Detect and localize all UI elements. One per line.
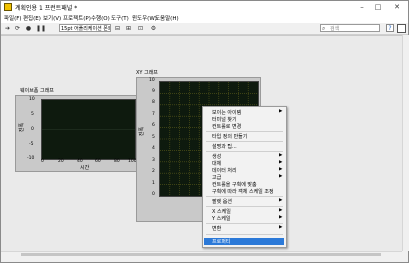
y-tick: 1 <box>152 181 155 186</box>
submenu-arrow-icon: ▶ <box>279 215 283 220</box>
submenu-arrow-icon: ▶ <box>279 225 283 230</box>
minimize-button[interactable]: – <box>354 1 370 13</box>
menu-project[interactable]: 프로젝트(P) <box>63 14 91 22</box>
labview-window: 계획인용 1 프런트패널 * – □ ✕ 파일(F) 편집(E) 보기(V) 프… <box>0 0 409 263</box>
menu-item-convert[interactable]: 변환 <box>212 225 221 232</box>
run-continuously-icon[interactable]: ⟳ <box>14 25 21 32</box>
menu-separator <box>206 234 283 235</box>
y-tick: 8 <box>152 100 155 105</box>
menu-item-palette-options[interactable]: 팔렛 옵션 <box>212 198 232 205</box>
y-tick: 5 <box>31 112 34 117</box>
menu-item-create[interactable]: 생성 <box>212 153 221 160</box>
y-tick: 10 <box>29 97 35 102</box>
title-bar: 계획인용 1 프런트패널 * – □ ✕ <box>1 1 408 13</box>
y-tick: 0 <box>31 127 34 132</box>
menu-operate[interactable]: 수행(O) <box>91 14 110 22</box>
waveform-grid <box>42 129 135 130</box>
front-panel-canvas[interactable]: 웨이브폼 그래프 10 5 0 -5 -10 진폭 0 20 40 60 80 … <box>1 35 402 252</box>
align-objects-icon[interactable]: ⊟ <box>114 25 121 32</box>
menu-item-data-operations[interactable]: 데이터 처리 <box>212 167 237 174</box>
pause-icon[interactable]: ❚❚ <box>36 25 46 32</box>
menu-tools[interactable]: 도구(T) <box>111 14 129 22</box>
submenu-arrow-icon: ▶ <box>279 167 283 172</box>
menu-item-properties[interactable]: 프로퍼티 <box>212 238 230 245</box>
menu-separator <box>206 196 283 197</box>
submenu-arrow-icon: ▶ <box>279 198 283 203</box>
status-bar <box>1 257 408 262</box>
y-tick: 6 <box>152 123 155 128</box>
waveform-graph[interactable]: 10 5 0 -5 -10 진폭 0 20 40 60 80 100 시간 <box>15 95 139 172</box>
menu-file[interactable]: 파일(F) <box>4 14 22 22</box>
y-axis-label: 진폭 <box>139 126 146 137</box>
xy-graph-label: XY 그래프 <box>136 70 158 76</box>
submenu-arrow-icon: ▶ <box>279 208 283 213</box>
y-tick: 9 <box>152 89 155 94</box>
y-tick: 2 <box>152 169 155 174</box>
menu-item-advanced[interactable]: 고급 <box>212 174 221 181</box>
search-placeholder: 검색 <box>330 26 340 32</box>
y-tick: 4 <box>152 146 155 151</box>
y-tick: -10 <box>27 156 35 161</box>
menu-separator <box>206 223 283 224</box>
y-tick: -5 <box>29 142 34 147</box>
font-select[interactable]: 15pt 어플리케이션 폰트 <box>59 24 111 32</box>
menu-item-scale-with-pane[interactable]: 구획에 따라 객체 스케일 조정 <box>212 188 274 195</box>
distribute-objects-icon[interactable]: ⊞ <box>125 25 132 32</box>
menu-view[interactable]: 보기(V) <box>43 14 61 22</box>
abort-icon[interactable]: ● <box>25 25 32 32</box>
search-input[interactable]: ⌕ 검색 <box>320 24 380 32</box>
search-icon: ⌕ <box>322 25 326 32</box>
y-tick: 5 <box>152 135 155 140</box>
menu-item-description-tip[interactable]: 설명과 팁... <box>212 143 237 150</box>
menu-item-make-typedef[interactable]: 타입 정의 만들기 <box>212 133 247 140</box>
menu-item-replace[interactable]: 대체 <box>212 160 221 167</box>
menu-separator <box>206 141 283 142</box>
x-tick: 0 <box>41 159 44 164</box>
menu-window[interactable]: 윈도우(W) <box>132 14 157 22</box>
menu-item-change-to-control[interactable]: 컨트롤로 변경 <box>212 123 241 130</box>
vi-icon[interactable] <box>397 24 406 33</box>
menu-separator <box>206 206 283 207</box>
y-tick: 7 <box>152 112 155 117</box>
submenu-arrow-icon: ▶ <box>279 160 283 165</box>
waveform-graph-label: 웨이브폼 그래프 <box>20 88 54 94</box>
y-tick: 0 <box>152 192 155 197</box>
menu-item-x-scale[interactable]: X 스케일 <box>212 208 231 215</box>
window-title: 계획인용 1 프런트패널 * <box>15 5 78 12</box>
menu-bar: 파일(F) 편집(E) 보기(V) 프로젝트(P) 수행(O) 도구(T) 윈도… <box>1 13 408 23</box>
toolbar: ➔ ⟳ ● ❚❚ 15pt 어플리케이션 폰트 ⊟ ⊞ ⊡ ⚙ ⌕ 검색 ? <box>1 23 408 35</box>
reorder-icon[interactable]: ⚙ <box>150 25 157 32</box>
menu-item-find-terminal[interactable]: 터미널 찾기 <box>212 116 237 123</box>
horizontal-scroll-thumb[interactable] <box>21 253 381 256</box>
help-icon[interactable]: ? <box>386 24 394 32</box>
context-menu: 보이는 아이템 ▶ 터미널 찾기 컨트롤로 변경 타입 정의 만들기 설명과 팁… <box>202 106 287 248</box>
resize-objects-icon[interactable]: ⊡ <box>137 25 144 32</box>
vertical-scrollbar[interactable] <box>402 35 409 251</box>
x-tick: 20 <box>58 159 64 164</box>
x-tick: 80 <box>114 159 120 164</box>
x-tick: 60 <box>95 159 101 164</box>
y-tick: 3 <box>152 158 155 163</box>
menu-item-visible-items[interactable]: 보이는 아이템 <box>212 109 241 116</box>
y-tick: 10 <box>149 78 155 83</box>
submenu-arrow-icon: ▶ <box>279 109 283 114</box>
close-button[interactable]: ✕ <box>389 1 405 13</box>
x-axis-label: 시간 <box>80 165 90 171</box>
y-axis-label: 진폭 <box>19 122 26 133</box>
menu-separator <box>206 151 283 152</box>
menu-item-y-scale[interactable]: Y 스케일 <box>212 215 230 222</box>
menu-help[interactable]: 도움말(H) <box>155 14 179 22</box>
menu-separator <box>206 131 283 132</box>
run-arrow-icon[interactable]: ➔ <box>4 25 11 32</box>
submenu-arrow-icon: ▶ <box>279 153 283 158</box>
menu-edit[interactable]: 편집(E) <box>23 14 41 22</box>
labview-app-icon <box>4 3 12 11</box>
submenu-arrow-icon: ▶ <box>279 174 283 179</box>
waveform-plot-area[interactable] <box>41 99 136 160</box>
menu-item-fit-control-to-pane[interactable]: 컨트롤을 구획에 맞춤 <box>212 181 257 188</box>
maximize-button[interactable]: □ <box>370 1 386 13</box>
